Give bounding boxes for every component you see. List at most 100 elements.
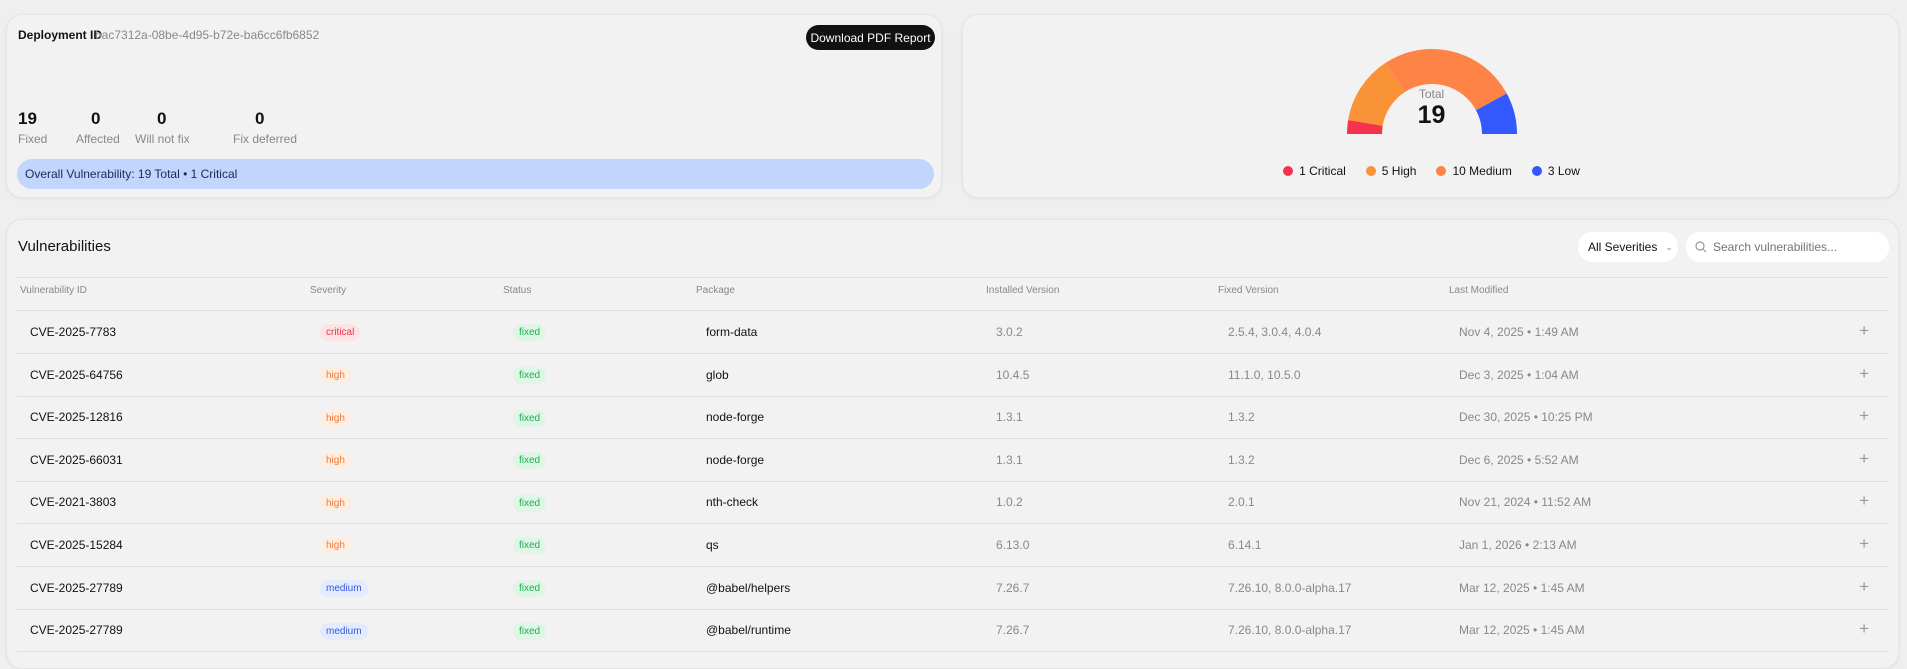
package-name: @babel/runtime — [706, 623, 791, 638]
installed-version: 7.26.7 — [996, 623, 1030, 638]
chevron-down-icon: ⌄ — [1665, 241, 1673, 252]
last-modified: Nov 21, 2024 • 11:52 AM — [1459, 495, 1592, 510]
fixed-version: 11.1.0, 10.5.0 — [1228, 367, 1301, 382]
download-pdf-button[interactable]: Download PDF Report — [806, 25, 935, 50]
column-header[interactable]: Status — [503, 285, 531, 296]
table-row[interactable]: CVE-2025-15284 high fixed qs 6.13.0 6.14… — [17, 524, 1889, 567]
expand-plus-icon[interactable]: + — [1859, 449, 1869, 469]
installed-version: 3.0.2 — [996, 325, 1023, 339]
vulnerability-id[interactable]: CVE-2025-66031 — [30, 439, 123, 481]
status-cell: fixed — [513, 354, 547, 396]
column-header[interactable]: Fixed Version — [1218, 285, 1279, 296]
column-header[interactable]: Installed Version — [986, 285, 1059, 296]
vulnerability-id[interactable]: CVE-2021-3803 — [30, 481, 116, 523]
severity-badge: critical — [320, 324, 361, 342]
stat-affected: 0 Affected — [76, 109, 120, 146]
severity-cell: medium — [320, 609, 368, 651]
search-box[interactable] — [1686, 232, 1889, 262]
package-name: node-forge — [706, 410, 765, 425]
legend-dot-icon — [1531, 166, 1542, 176]
vulnerabilities-title: Vulnerabilities — [18, 238, 111, 255]
deployment-id-label: Deployment ID — [18, 28, 103, 42]
expand-plus-icon[interactable]: + — [1859, 619, 1869, 639]
installed-version: 6.13.0 — [996, 538, 1030, 552]
legend-label: 5 High — [1381, 164, 1417, 178]
legend-item-high: 5 High — [1365, 164, 1417, 178]
vulnerability-id[interactable]: CVE-2025-7783 — [30, 311, 116, 353]
severity-chart-card: Total 19 1 Critical 5 High 10 Medium 3 Low — [962, 14, 1899, 198]
status-cell: fixed — [513, 396, 547, 438]
last-modified: Mar 12, 2025 • 1:45 AM — [1459, 623, 1585, 638]
stat-value: 0 — [157, 109, 167, 128]
deployment-id-value: bac7312a-08be-4d95-b72e-ba6cc6fb6852 — [95, 28, 320, 42]
fixed-version: 7.26.10, 8.0.0-alpha.17 — [1228, 623, 1352, 638]
expand-plus-icon[interactable]: + — [1859, 321, 1869, 341]
status-badge: fixed — [513, 409, 547, 427]
installed-version: 7.26.7 — [996, 580, 1030, 595]
overall-vulnerability-banner: Overall Vulnerability: 19 Total • 1 Crit… — [17, 159, 934, 189]
severity-badge: high — [320, 537, 351, 555]
installed-version: 1.3.1 — [996, 452, 1023, 467]
status-cell: fixed — [513, 609, 547, 651]
stat-value: 0 — [255, 109, 265, 128]
column-header[interactable]: Last Modified — [1449, 285, 1508, 296]
vulnerability-id[interactable]: CVE-2025-27789 — [30, 609, 123, 651]
fixed-version: 2.5.4, 3.0.4, 4.0.4 — [1228, 325, 1322, 339]
table-row[interactable]: CVE-2025-27789 medium fixed @babel/runti… — [17, 609, 1889, 653]
table-row[interactable]: CVE-2025-7783 critical fixed form-data 3… — [17, 311, 1889, 354]
severity-badge: high — [320, 366, 351, 384]
status-badge: fixed — [513, 622, 547, 640]
chart-legend: 1 Critical 5 High 10 Medium 3 Low — [963, 164, 1900, 178]
vulnerability-id[interactable]: CVE-2025-64756 — [30, 354, 123, 396]
stat-value: 0 — [91, 109, 101, 128]
vulnerability-id[interactable]: CVE-2025-15284 — [30, 524, 123, 566]
deployment-summary-card: Deployment ID bac7312a-08be-4d95-b72e-ba… — [6, 14, 942, 198]
table-row[interactable]: CVE-2025-12816 high fixed node-forge 1.3… — [17, 396, 1889, 440]
severity-cell: critical — [320, 311, 361, 353]
search-input[interactable] — [1713, 240, 1883, 254]
table-row[interactable]: CVE-2025-64756 high fixed glob 10.4.5 11… — [17, 354, 1889, 397]
vulnerability-id[interactable]: CVE-2025-27789 — [30, 567, 123, 609]
legend-label: 10 Medium — [1452, 164, 1512, 178]
package-name: qs — [706, 538, 719, 552]
fixed-version: 7.26.10, 8.0.0-alpha.17 — [1228, 580, 1352, 595]
last-modified: Mar 12, 2025 • 1:45 AM — [1459, 580, 1585, 595]
table-row[interactable]: CVE-2025-66031 high fixed node-forge 1.3… — [17, 439, 1889, 482]
package-name: node-forge — [706, 452, 765, 467]
expand-plus-icon[interactable]: + — [1859, 406, 1869, 426]
installed-version: 1.0.2 — [996, 495, 1023, 510]
status-cell: fixed — [513, 524, 547, 566]
severity-filter-select[interactable]: All Severities ⌄ — [1578, 232, 1678, 262]
severity-badge: medium — [320, 579, 368, 597]
severity-filter-value: All Severities — [1588, 240, 1658, 254]
expand-plus-icon[interactable]: + — [1859, 491, 1869, 511]
expand-plus-icon[interactable]: + — [1859, 364, 1869, 384]
last-modified: Jan 1, 2026 • 2:13 AM — [1459, 538, 1577, 552]
legend-item-medium: 10 Medium — [1436, 164, 1512, 178]
legend-dot-icon — [1436, 166, 1447, 176]
vulnerability-id[interactable]: CVE-2025-12816 — [30, 396, 123, 438]
severity-badge: high — [320, 494, 351, 512]
stat-label: Fixed — [18, 132, 48, 146]
stat-will-not-fix: 0 Will not fix — [135, 109, 190, 146]
expand-plus-icon[interactable]: + — [1859, 534, 1869, 554]
column-header[interactable]: Vulnerability ID — [20, 285, 87, 296]
column-header[interactable]: Severity — [310, 285, 346, 296]
last-modified: Dec 6, 2025 • 5:52 AM — [1459, 452, 1579, 467]
table-row[interactable]: CVE-2021-3803 high fixed nth-check 1.0.2… — [17, 481, 1889, 525]
severity-badge: high — [320, 452, 351, 470]
search-icon — [1695, 241, 1707, 253]
column-header[interactable]: Package — [696, 285, 735, 296]
severity-badge: high — [320, 409, 351, 427]
status-cell: fixed — [513, 567, 547, 609]
severity-cell: high — [320, 524, 351, 566]
severity-cell: high — [320, 481, 351, 523]
table-row[interactable]: CVE-2025-27789 medium fixed @babel/helpe… — [17, 567, 1889, 610]
fixed-version: 1.3.2 — [1228, 452, 1255, 467]
status-badge: fixed — [513, 452, 547, 470]
expand-plus-icon[interactable]: + — [1859, 577, 1869, 597]
status-badge: fixed — [513, 366, 547, 384]
status-badge: fixed — [513, 494, 547, 512]
installed-version: 1.3.1 — [996, 410, 1023, 425]
package-name: @babel/helpers — [706, 580, 791, 595]
